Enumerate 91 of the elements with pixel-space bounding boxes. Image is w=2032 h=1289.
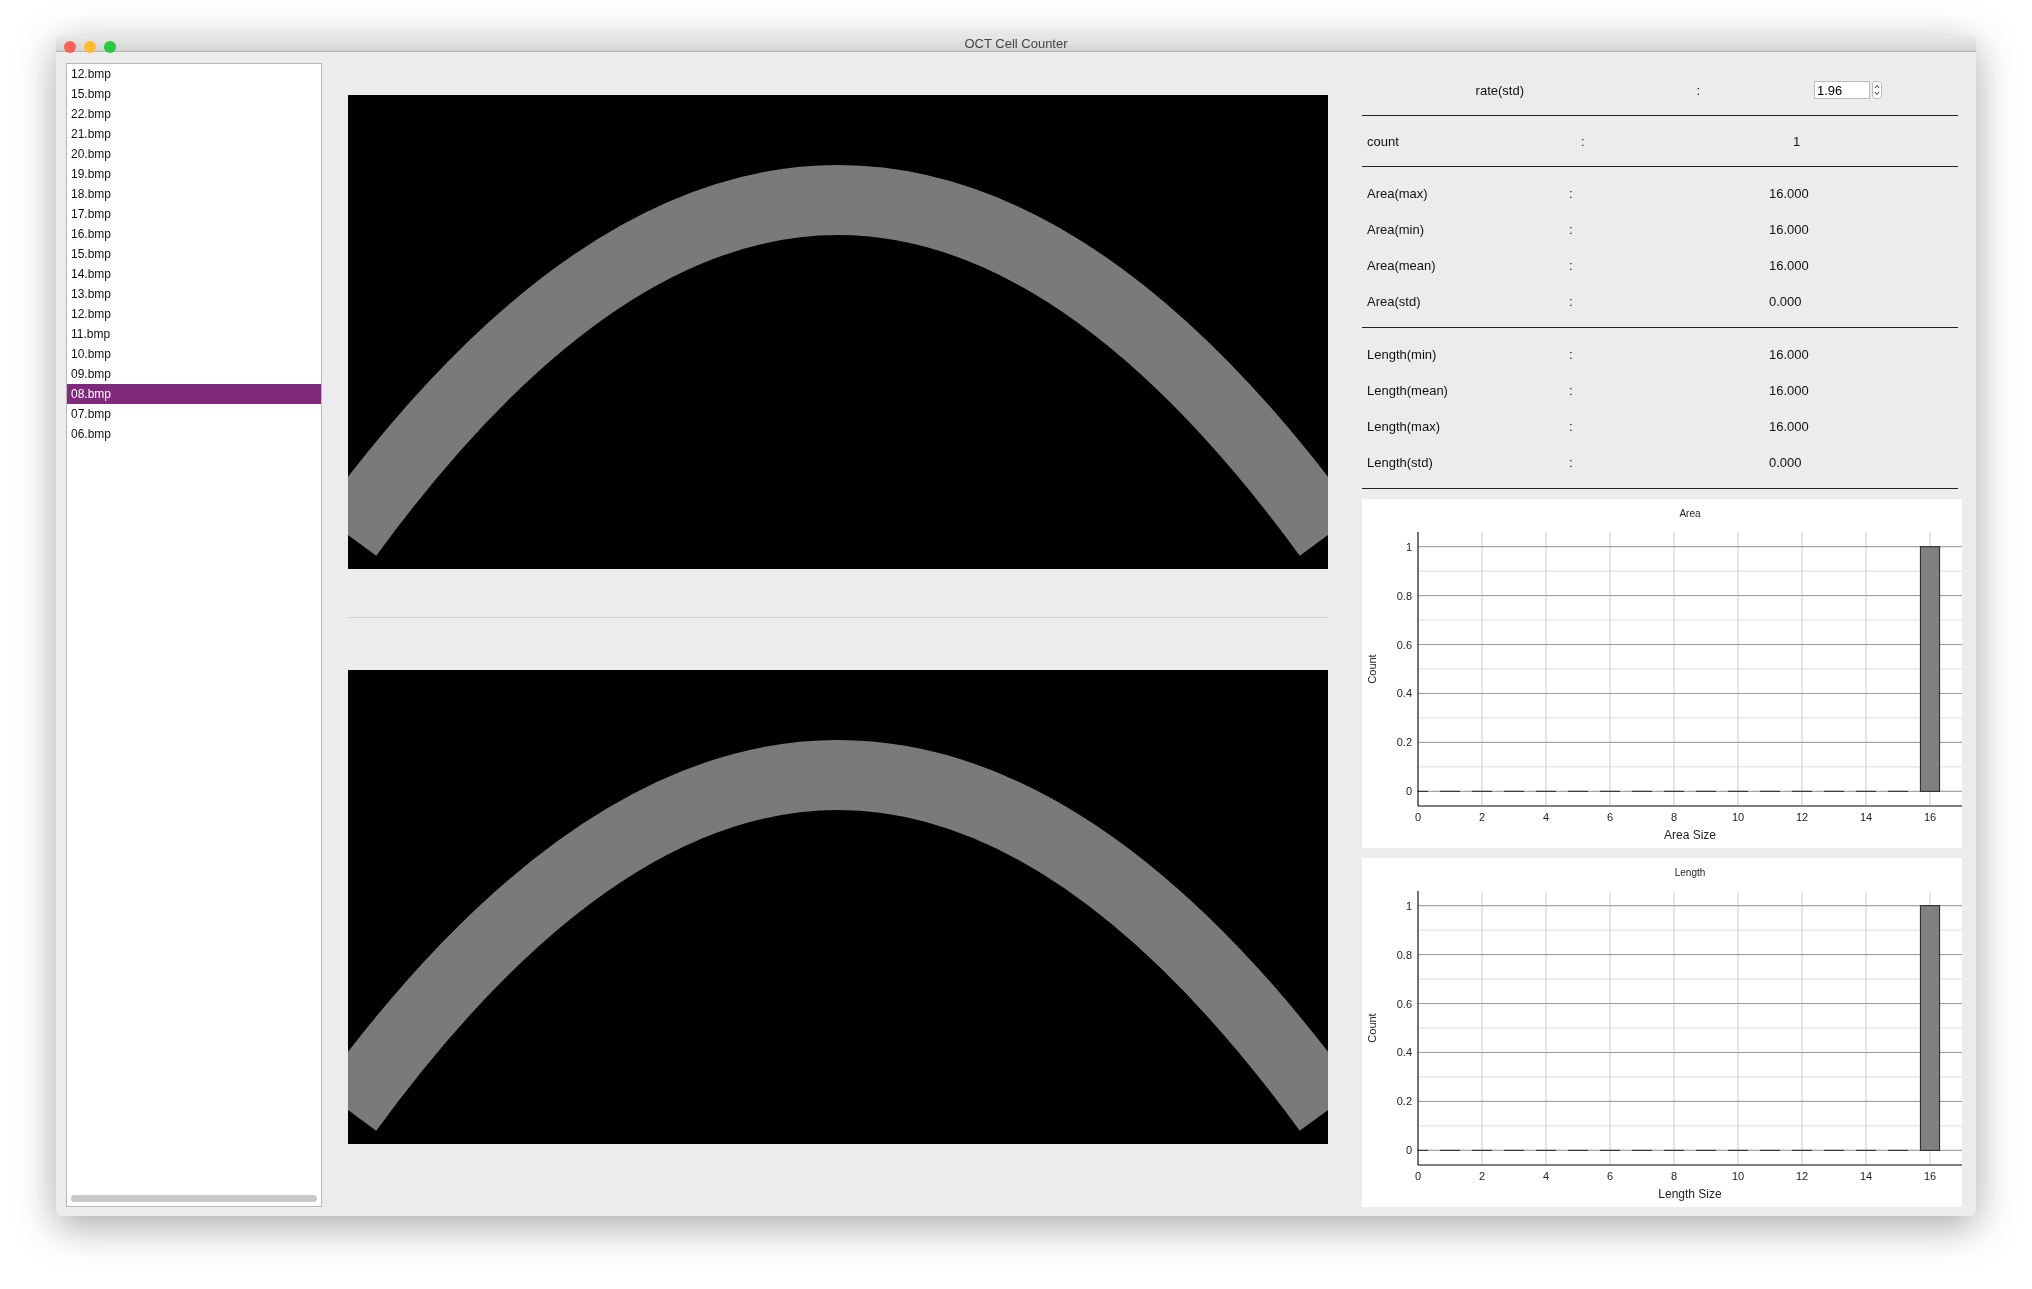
file-item[interactable]: 15.bmp — [67, 244, 321, 264]
horizontal-scrollbar[interactable] — [71, 1195, 317, 1202]
y-tick-label: 0.4 — [1396, 687, 1412, 700]
x-tick-label: 0 — [1414, 811, 1422, 823]
x-tick-label: 10 — [1731, 1170, 1745, 1182]
file-item[interactable]: 11.bmp — [67, 324, 321, 344]
file-item[interactable]: 19.bmp — [67, 164, 321, 184]
y-tick-label: 0.6 — [1396, 997, 1412, 1010]
stat-label: Area(mean) — [1367, 257, 1437, 273]
x-axis-title: Area Size — [1664, 828, 1716, 842]
file-item[interactable]: 12.bmp — [67, 304, 321, 324]
y-axis-title: Count — [1366, 1013, 1378, 1043]
file-item[interactable]: 18.bmp — [67, 184, 321, 204]
rate-label: rate(std) — [1474, 82, 1524, 98]
colon: : — [1569, 257, 1574, 273]
window-title: OCT Cell Counter — [964, 36, 1068, 51]
stat-label: Length(max) — [1367, 418, 1441, 434]
file-item[interactable]: 13.bmp — [67, 284, 321, 304]
stat-value: 16.000 — [1769, 382, 1809, 398]
y-tick-label: 0.8 — [1396, 589, 1412, 602]
x-tick-label: 12 — [1795, 811, 1809, 823]
y-tick-label: 0 — [1405, 1144, 1412, 1157]
y-tick-label: 0.2 — [1396, 736, 1412, 749]
chart-title: Area — [1679, 508, 1701, 519]
colon: : — [1569, 454, 1574, 470]
x-tick-label: 4 — [1542, 1170, 1550, 1182]
stat-value: 16.000 — [1769, 221, 1809, 237]
x-tick-label: 10 — [1731, 811, 1745, 823]
chart-title: Length — [1674, 867, 1706, 878]
rate-input[interactable]: 1.96 — [1814, 81, 1870, 99]
colon: : — [1569, 185, 1574, 201]
x-tick-label: 14 — [1859, 811, 1873, 823]
stat-value: 1 — [1793, 133, 1801, 149]
colon: : — [1569, 418, 1574, 434]
file-item[interactable]: 15.bmp — [67, 84, 321, 104]
x-tick-label: 14 — [1859, 1170, 1873, 1182]
file-item[interactable]: 12.bmp — [67, 64, 321, 84]
x-axis-title: Length Size — [1658, 1187, 1722, 1201]
x-tick-label: 4 — [1542, 811, 1550, 823]
stat-label: Area(max) — [1367, 185, 1429, 201]
file-item[interactable]: 14.bmp — [67, 264, 321, 284]
x-tick-label: 8 — [1670, 811, 1678, 823]
colon: : — [1569, 293, 1574, 309]
x-tick-label: 12 — [1795, 1170, 1809, 1182]
minimize-button[interactable] — [84, 41, 96, 53]
x-tick-label: 16 — [1923, 811, 1937, 823]
x-tick-label: 2 — [1478, 811, 1486, 823]
x-tick-label: 0 — [1414, 1170, 1422, 1182]
y-tick-label: 1 — [1405, 899, 1412, 912]
x-tick-label: 16 — [1923, 1170, 1937, 1182]
file-item[interactable]: 08.bmp — [67, 384, 321, 404]
stat-label: Length(min) — [1367, 346, 1438, 362]
file-item[interactable]: 10.bmp — [67, 344, 321, 364]
colon: : — [1695, 82, 1700, 98]
x-tick-label: 8 — [1670, 1170, 1678, 1182]
file-item[interactable]: 07.bmp — [67, 404, 321, 424]
file-item[interactable]: 16.bmp — [67, 224, 321, 244]
colon: : — [1569, 221, 1574, 237]
file-item[interactable]: 20.bmp — [67, 144, 321, 164]
x-tick-label: 6 — [1606, 811, 1614, 823]
stat-label: Length(mean) — [1367, 382, 1449, 398]
y-tick-label: 0.8 — [1396, 948, 1412, 961]
y-axis-title: Count — [1366, 654, 1378, 684]
y-tick-label: 0.6 — [1396, 638, 1412, 651]
stat-value: 0.000 — [1769, 293, 1802, 309]
stat-value: 16.000 — [1769, 257, 1809, 273]
file-item[interactable]: 22.bmp — [67, 104, 321, 124]
zoom-button[interactable] — [104, 41, 116, 53]
y-tick-label: 0 — [1405, 785, 1412, 798]
x-tick-label: 6 — [1606, 1170, 1614, 1182]
y-tick-label: 0.2 — [1396, 1095, 1412, 1108]
stepper-icon[interactable] — [1872, 81, 1882, 99]
x-tick-label: 2 — [1478, 1170, 1486, 1182]
file-item[interactable]: 21.bmp — [67, 124, 321, 144]
stat-value: 16.000 — [1769, 418, 1809, 434]
stat-label: Area(min) — [1367, 221, 1426, 237]
file-item[interactable]: 09.bmp — [67, 364, 321, 384]
y-tick-label: 0.4 — [1396, 1046, 1412, 1059]
file-item[interactable]: 17.bmp — [67, 204, 321, 224]
close-button[interactable] — [64, 41, 76, 53]
stat-value: 16.000 — [1769, 185, 1809, 201]
stat-label: Area(std) — [1367, 293, 1422, 309]
y-tick-label: 1 — [1405, 540, 1412, 553]
colon: : — [1569, 346, 1574, 362]
stat-label: Length(std) — [1367, 454, 1434, 470]
colon: : — [1569, 382, 1574, 398]
colon: : — [1581, 133, 1586, 149]
stat-value: 0.000 — [1769, 454, 1802, 470]
stat-label: count — [1367, 133, 1400, 149]
stat-value: 16.000 — [1769, 346, 1809, 362]
file-item[interactable]: 06.bmp — [67, 424, 321, 444]
